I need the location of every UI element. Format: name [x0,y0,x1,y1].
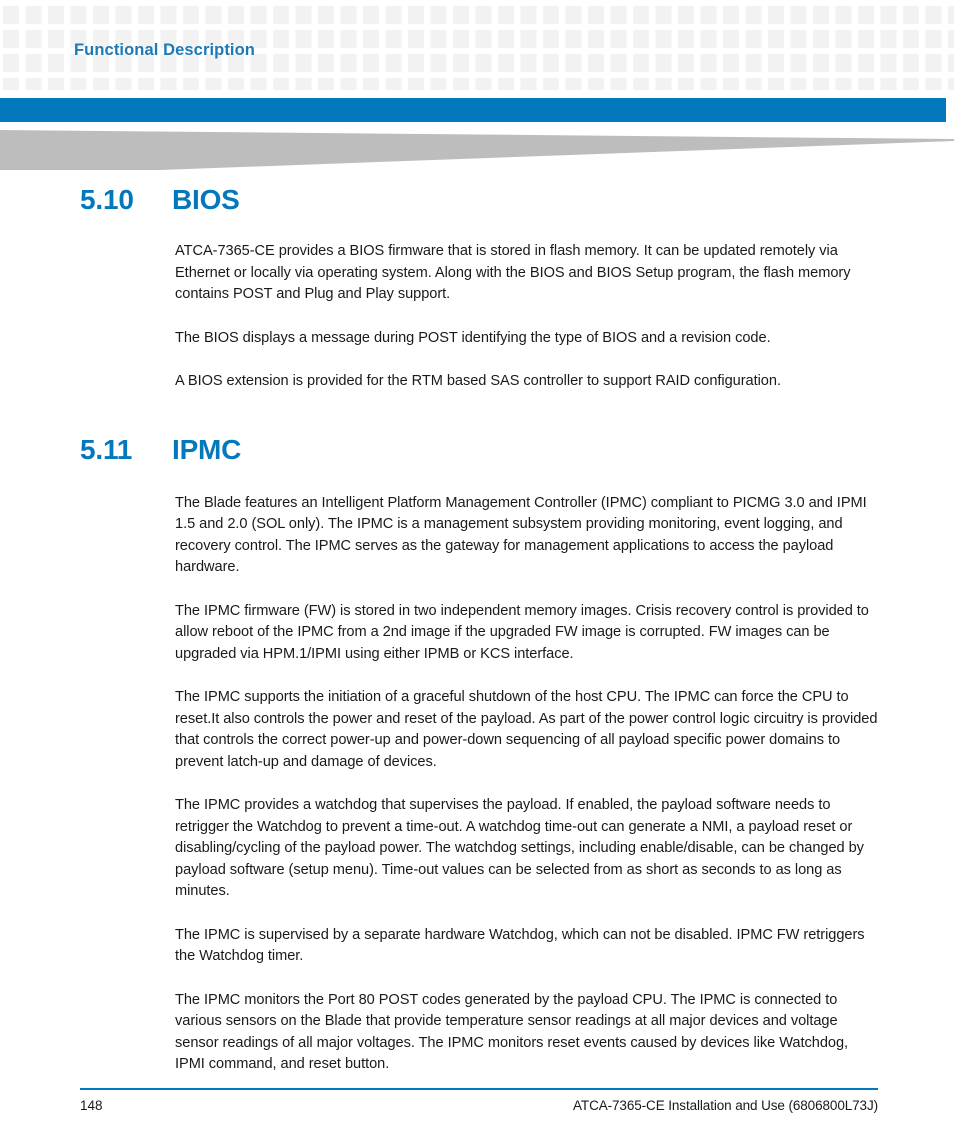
page-body: 5.10 BIOS ATCA-7365-CE provides a BIOS f… [0,170,954,1076]
paragraph: The IPMC is supervised by a separate har… [175,926,865,965]
header-gray-swoosh [0,130,954,170]
section-heading: 5.11 IPMC [0,434,954,466]
footer-document-title: ATCA-7365-CE Installation and Use (68068… [573,1098,878,1113]
paragraph: The IPMC supports the initiation of a gr… [175,689,878,770]
section-number: 5.11 [80,433,133,465]
section-title: IPMC [172,433,242,465]
section-title: BIOS [172,184,240,215]
paragraph: The BIOS displays a message during POST … [175,329,771,346]
footer-divider [80,1088,878,1090]
section-5-10: 5.10 BIOS ATCA-7365-CE provides a BIOS f… [0,184,954,393]
paragraph: The IPMC provides a watchdog that superv… [175,797,864,899]
paragraph: A BIOS extension is provided for the RTM… [175,373,781,389]
document-page: Functional Description 5.10 BIOS ATCA-73… [0,0,954,1145]
section-5-11: 5.11 IPMC The Blade features an Intellig… [0,434,954,1076]
running-header-title: Functional Description [74,41,255,59]
paragraph: ATCA-7365-CE provides a BIOS firmware th… [175,243,851,302]
paragraph: The IPMC firmware (FW) is stored in two … [175,602,869,662]
paragraph: The IPMC monitors the Port 80 POST codes… [175,991,849,1073]
section-heading: 5.10 BIOS [0,184,954,216]
section-number: 5.10 [80,184,134,215]
header-blue-bar [0,98,946,122]
paragraph: The Blade features an Intelligent Platfo… [175,494,867,576]
